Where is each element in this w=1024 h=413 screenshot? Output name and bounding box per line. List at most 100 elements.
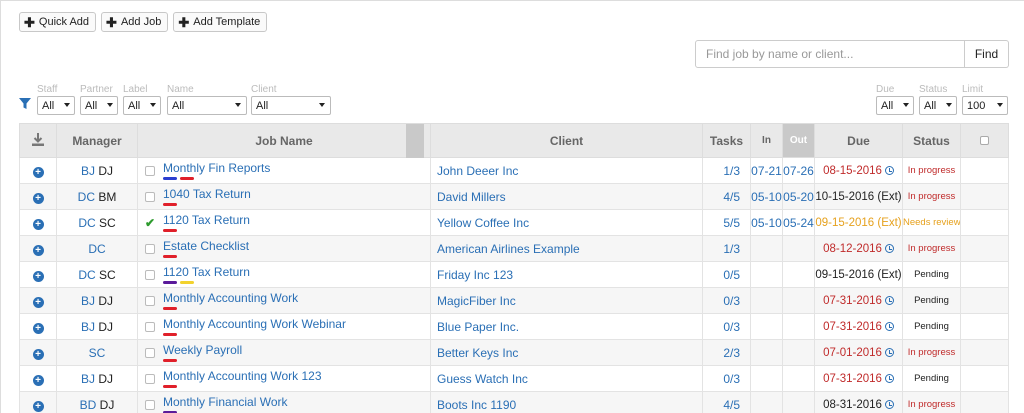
manager-initials[interactable]: BJ <box>81 294 95 308</box>
filter-icon[interactable] <box>19 98 31 110</box>
manager-initials[interactable]: BJ <box>81 320 95 334</box>
partner-initials[interactable]: DJ <box>98 320 113 334</box>
partner-initials[interactable]: DJ <box>98 372 113 386</box>
row-checkbox[interactable] <box>145 373 155 384</box>
add-circle-icon[interactable]: + <box>32 166 44 178</box>
status-badge[interactable]: In progress <box>902 235 961 262</box>
search-input[interactable]: Find job by name or client... <box>695 40 965 68</box>
add-circle-icon[interactable]: + <box>32 322 44 334</box>
status-header[interactable]: Status <box>902 123 961 158</box>
status-badge[interactable]: In progress <box>902 183 961 210</box>
label-filter-select[interactable]: All <box>123 96 161 115</box>
row-checkbox[interactable] <box>145 269 155 280</box>
clock-icon[interactable] <box>884 347 894 357</box>
tasks-count[interactable]: 1/3 <box>702 235 751 262</box>
client-link[interactable]: Yellow Coffee Inc <box>430 209 703 236</box>
out-header[interactable]: Out <box>782 123 815 158</box>
client-link[interactable]: Blue Paper Inc. <box>430 313 703 340</box>
row-checkbox[interactable] <box>145 399 155 410</box>
status-badge[interactable]: In progress <box>902 391 961 413</box>
job-name-link[interactable]: Monthly Financial Work <box>163 395 288 409</box>
row-checkbox[interactable] <box>145 347 155 358</box>
add-circle-icon[interactable]: + <box>32 244 44 256</box>
partner-initials[interactable]: DJ <box>98 294 113 308</box>
manager-initials[interactable]: BJ <box>81 372 95 386</box>
job-name-link[interactable]: Monthly Accounting Work <box>163 291 298 305</box>
client-link[interactable]: Boots Inc 1190 <box>430 391 703 413</box>
status-badge[interactable]: In progress <box>902 157 961 184</box>
client-filter-select[interactable]: All <box>251 96 331 115</box>
row-checkbox[interactable] <box>145 165 155 176</box>
find-button[interactable]: Find <box>965 40 1009 68</box>
tasks-count[interactable]: 4/5 <box>702 391 751 413</box>
row-checkbox[interactable] <box>145 321 155 332</box>
job-name-link[interactable]: 1040 Tax Return <box>163 187 251 201</box>
clock-icon[interactable] <box>884 321 894 331</box>
manager-header[interactable]: Manager <box>56 123 138 158</box>
job-name-link[interactable]: Monthly Fin Reports <box>163 161 270 175</box>
job-name-link[interactable]: Estate Checklist <box>163 239 249 253</box>
row-checkbox[interactable] <box>145 243 155 254</box>
partner-initials[interactable]: SC <box>99 268 116 282</box>
status-filter-select[interactable]: All <box>919 96 957 115</box>
client-link[interactable]: American Airlines Example <box>430 235 703 262</box>
job-name-link[interactable]: Monthly Accounting Work 123 <box>163 369 322 383</box>
job-name-link[interactable]: Monthly Accounting Work Webinar <box>163 317 346 331</box>
job-name-link[interactable]: Weekly Payroll <box>163 343 242 357</box>
clock-icon[interactable] <box>884 243 894 253</box>
client-link[interactable]: Guess Watch Inc <box>430 365 703 392</box>
client-link[interactable]: Better Keys Inc <box>430 339 703 366</box>
partner-initials[interactable]: BM <box>98 190 116 204</box>
clock-icon[interactable] <box>884 373 894 383</box>
job-name-link[interactable]: 1120 Tax Return <box>163 213 250 227</box>
status-badge[interactable]: Pending <box>902 313 961 340</box>
tasks-count[interactable]: 4/5 <box>702 183 751 210</box>
table-row[interactable]: + BD DJ Monthly Financial Work Boots Inc… <box>19 391 1009 413</box>
table-row[interactable]: + DC BM 1040 Tax Return David Millers 4/… <box>19 183 1009 210</box>
checkmark-icon[interactable]: ✔ <box>145 216 155 230</box>
client-link[interactable]: MagicFiber Inc <box>430 287 703 314</box>
tasks-header[interactable]: Tasks <box>702 123 751 158</box>
add-circle-icon[interactable]: + <box>32 218 44 230</box>
manager-initials[interactable]: BD <box>80 398 97 412</box>
tasks-count[interactable]: 5/5 <box>702 209 751 236</box>
tasks-count[interactable]: 2/3 <box>702 339 751 366</box>
tasks-count[interactable]: 0/3 <box>702 365 751 392</box>
manager-initials[interactable]: DC <box>78 268 95 282</box>
table-row[interactable]: + DC SC ✔ 1120 Tax Return Yellow Coffee I… <box>19 209 1009 236</box>
add-circle-icon[interactable]: + <box>32 374 44 386</box>
add-circle-icon[interactable]: + <box>32 400 44 412</box>
tasks-count[interactable]: 0/5 <box>702 261 751 288</box>
table-row[interactable]: + BJ DJ Monthly Accounting Work Webinar … <box>19 313 1009 340</box>
row-checkbox[interactable] <box>145 191 155 202</box>
quick-add-button[interactable]: ✚ Quick Add <box>19 12 97 32</box>
table-row[interactable]: + DC SC 1120 Tax Return Friday Inc 123 0… <box>19 261 1009 288</box>
add-job-button[interactable]: ✚ Add Job <box>101 12 169 32</box>
add-circle-icon[interactable]: + <box>32 348 44 360</box>
status-badge[interactable]: In progress <box>902 339 961 366</box>
tasks-count[interactable]: 1/3 <box>702 157 751 184</box>
add-circle-icon[interactable]: + <box>32 270 44 282</box>
partner-initials[interactable]: DJ <box>98 164 113 178</box>
manager-initials[interactable]: DC <box>88 242 105 256</box>
client-header[interactable]: Client <box>430 123 703 158</box>
table-row[interactable]: + DC Estate Checklist American Airlines … <box>19 235 1009 262</box>
limit-filter-select[interactable]: 100 <box>962 96 1008 115</box>
status-badge[interactable]: Needs review <box>902 209 961 236</box>
partner-initials[interactable]: SC <box>99 216 116 230</box>
due-header[interactable]: Due <box>814 123 903 158</box>
table-row[interactable]: + BJ DJ Monthly Accounting Work MagicFib… <box>19 287 1009 314</box>
job-name-link[interactable]: 1120 Tax Return <box>163 265 250 279</box>
name-filter-select[interactable]: All <box>167 96 247 115</box>
row-checkbox[interactable] <box>145 295 155 306</box>
clock-icon[interactable] <box>884 165 894 175</box>
manager-initials[interactable]: SC <box>89 346 106 360</box>
download-header[interactable] <box>19 123 57 158</box>
manager-initials[interactable]: BJ <box>81 164 95 178</box>
add-template-button[interactable]: ✚ Add Template <box>173 12 268 32</box>
clock-icon[interactable] <box>884 295 894 305</box>
job-name-header[interactable]: Job Name <box>137 123 431 158</box>
client-link[interactable]: Friday Inc 123 <box>430 261 703 288</box>
partner-initials[interactable]: DJ <box>100 398 115 412</box>
table-row[interactable]: + BJ DJ Monthly Fin Reports John Deeer I… <box>19 157 1009 184</box>
